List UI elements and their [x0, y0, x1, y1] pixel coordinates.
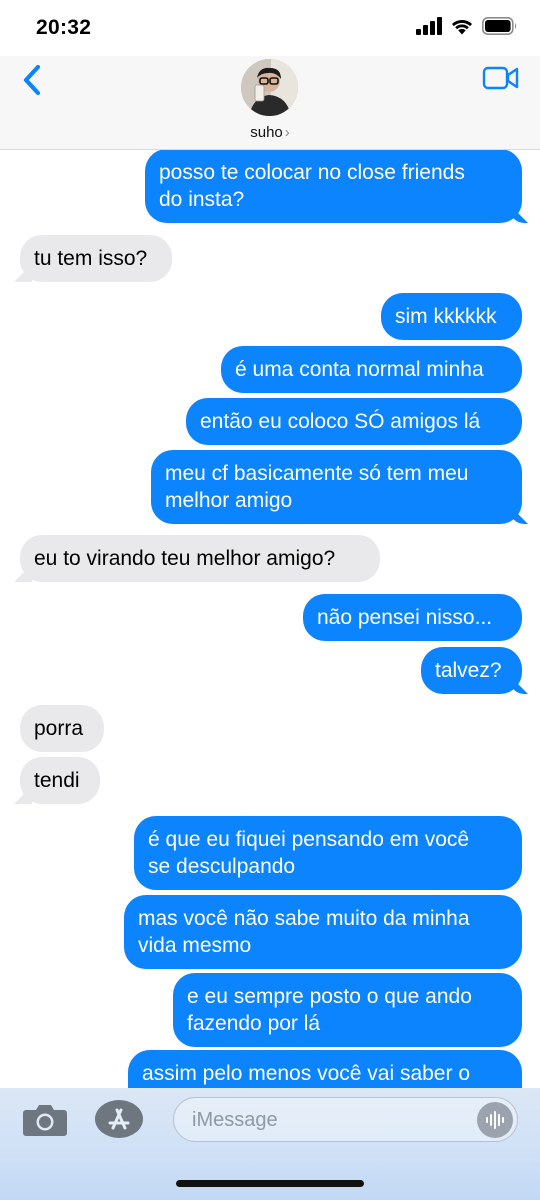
status-time: 20:32 [36, 16, 92, 39]
contact-avatar[interactable] [241, 59, 298, 116]
camera-icon [23, 1105, 67, 1136]
message-thread[interactable]: posso te colocar no close friends do ins… [0, 150, 540, 1088]
contact-name-button[interactable]: suho › [0, 124, 540, 141]
wifi-icon [452, 19, 472, 35]
message-bubble[interactable]: tendi [20, 757, 100, 804]
audio-message-button[interactable] [477, 1102, 513, 1138]
message-bubble[interactable]: tu tem isso? [20, 235, 172, 282]
message-bubble[interactable]: meu cf basicamente só tem meu melhor ami… [151, 450, 522, 524]
message-bubble[interactable]: porra [20, 705, 104, 752]
message-bubble[interactable]: talvez? [421, 647, 522, 694]
waveform-icon [486, 1111, 504, 1129]
message-bubble[interactable]: posso te colocar no close friends do ins… [145, 150, 522, 223]
message-bubble[interactable]: e eu sempre posto o que ando fazendo por… [173, 973, 522, 1047]
back-button[interactable] [16, 62, 52, 98]
message-bubble[interactable]: então eu coloco SÓ amigos lá [186, 398, 522, 445]
video-camera-icon [482, 66, 519, 90]
message-bubble[interactable]: é que eu fiquei pensando em você se desc… [134, 816, 522, 890]
message-bubble[interactable]: assim pelo menos você vai saber o [128, 1050, 522, 1088]
conversation-header: suho › [0, 56, 540, 150]
imessage-placeholder: iMessage [192, 1109, 278, 1131]
camera-button[interactable] [22, 1102, 68, 1138]
facetime-video-button[interactable] [482, 64, 520, 92]
message-bubble[interactable]: não pensei nisso... [303, 594, 522, 641]
message-bubble[interactable]: sim kkkkkk [381, 293, 522, 340]
app-store-button[interactable] [94, 1099, 144, 1139]
avatar-photo [241, 59, 298, 116]
imessage-input[interactable]: iMessage [173, 1097, 518, 1142]
chevron-right-icon: › [284, 124, 290, 141]
home-indicator[interactable] [176, 1180, 364, 1187]
status-icons [416, 17, 518, 35]
message-bubble[interactable]: mas você não sabe muito da minha vida me… [124, 895, 522, 969]
battery-icon [482, 17, 517, 35]
contact-name: suho [250, 124, 283, 141]
app-store-icon [95, 1100, 143, 1138]
chevron-left-icon [23, 64, 41, 96]
message-bubble[interactable]: eu to virando teu melhor amigo? [20, 535, 380, 582]
cellular-signal-icon [416, 17, 442, 35]
message-bubble[interactable]: é uma conta normal minha [221, 346, 522, 393]
status-bar: 20:32 [0, 0, 540, 56]
